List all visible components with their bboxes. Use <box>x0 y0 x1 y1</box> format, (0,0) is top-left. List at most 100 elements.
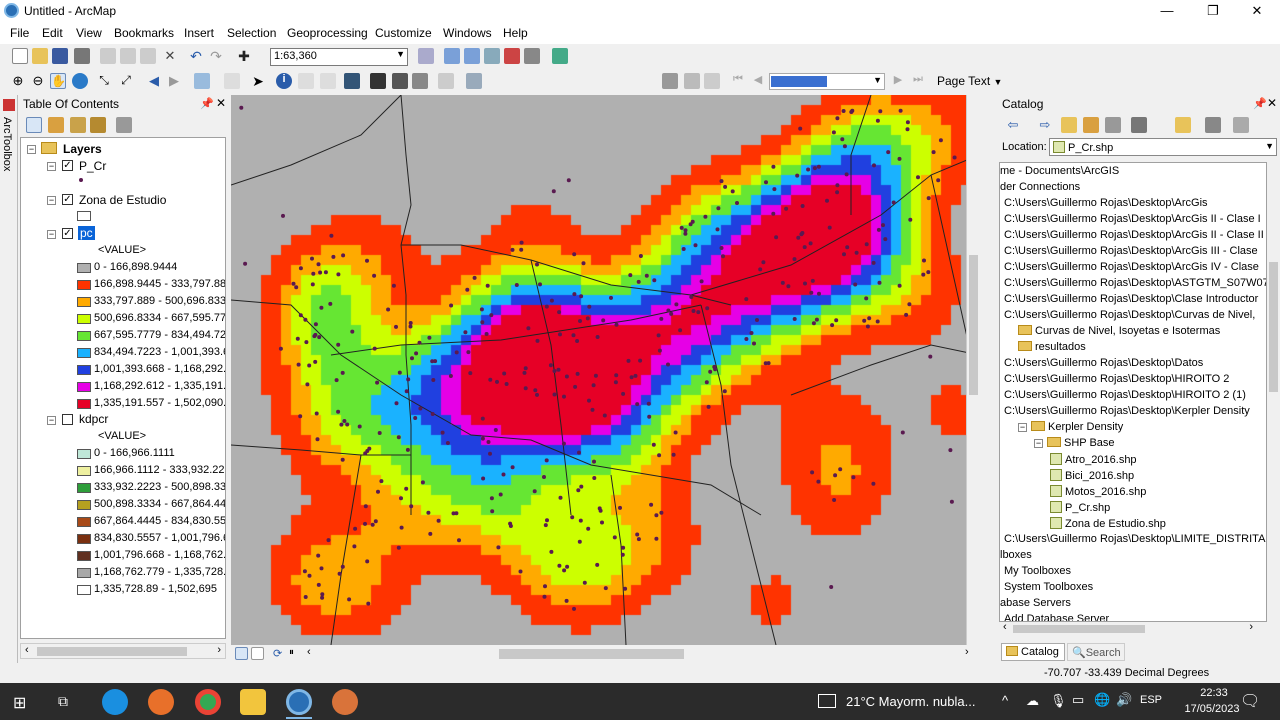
time-slider-icon[interactable] <box>438 73 454 89</box>
collapse-icon[interactable]: − <box>47 196 56 205</box>
catalog-item[interactable]: C:\Users\Guillermo Rojas\Desktop\Kerpler… <box>1004 405 1250 417</box>
list-by-visibility-icon[interactable] <box>70 117 86 133</box>
list-by-source-icon[interactable] <box>48 117 64 133</box>
find-route-icon[interactable] <box>392 73 408 89</box>
search-window-icon[interactable] <box>484 48 500 64</box>
chrome-icon[interactable] <box>195 689 221 715</box>
maximize-button[interactable]: ❐ <box>1190 0 1236 22</box>
catalog-item[interactable]: abase Servers <box>1000 597 1071 609</box>
menu-insert[interactable]: Insert <box>184 26 214 40</box>
layer-kdpcr[interactable]: kdpcr <box>79 412 108 426</box>
layer-visibility-checkbox[interactable]: ✓ <box>62 228 73 239</box>
html-popup-icon[interactable] <box>320 73 336 89</box>
save-icon[interactable] <box>52 48 68 64</box>
tab-search[interactable]: 🔍Search <box>1067 643 1125 661</box>
catalog-item[interactable]: C:\Users\Guillermo Rojas\Desktop\HIROITO… <box>1004 373 1229 385</box>
catalog-item[interactable]: − Kerpler Density <box>1018 421 1123 433</box>
new-document-icon[interactable] <box>12 48 28 64</box>
create-viewer-icon[interactable] <box>466 73 482 89</box>
toc-horizontal-scrollbar[interactable]: ‹ › <box>20 643 226 659</box>
catalog-item[interactable]: My Toolboxes <box>1004 565 1071 577</box>
menu-bookmarks[interactable]: Bookmarks <box>114 26 174 40</box>
close-icon[interactable]: ✕ <box>1267 96 1277 110</box>
catalog-item[interactable]: me - Documents\ArcGIS <box>1000 165 1119 177</box>
scroll-left-icon[interactable]: ‹ <box>1003 621 1007 633</box>
forward-icon[interactable]: ⇨ <box>1037 117 1053 133</box>
scroll-thumb[interactable] <box>1013 625 1145 633</box>
edge-icon[interactable] <box>102 689 128 715</box>
identify-icon[interactable]: i <box>276 73 292 89</box>
back-icon[interactable]: ⇦ <box>1005 117 1021 133</box>
connect-folder-icon[interactable] <box>1105 117 1121 133</box>
catalog-item[interactable]: lboxes <box>1000 549 1032 561</box>
copy-icon[interactable] <box>120 48 136 64</box>
mic-icon[interactable]: 🎙 <box>1050 693 1067 709</box>
network-icon[interactable]: 🌐 <box>1094 692 1110 708</box>
clear-selection-icon[interactable] <box>224 73 240 89</box>
catalog-horizontal-scrollbar[interactable]: ‹ › <box>999 621 1267 636</box>
catalog-item[interactable]: Add Database Server <box>1004 613 1109 621</box>
forward-extent-icon[interactable]: ▶ <box>166 73 182 89</box>
toc-window-icon[interactable] <box>444 48 460 64</box>
menu-file[interactable]: File <box>10 26 29 40</box>
pan-icon[interactable]: ✋ <box>50 73 66 89</box>
location-input[interactable]: P_Cr.shp ▼ <box>1049 138 1277 156</box>
task-view-icon[interactable]: ⧉ <box>58 693 68 710</box>
close-icon[interactable]: ✕ <box>216 96 226 110</box>
select-features-icon[interactable] <box>194 73 210 89</box>
volume-icon[interactable]: 🔊 <box>1116 692 1132 708</box>
catalog-item[interactable]: C:\Users\Guillermo Rojas\Desktop\ArcGis … <box>1004 245 1258 257</box>
close-button[interactable]: ✕ <box>1234 0 1280 22</box>
fixed-zoom-in-icon[interactable]: ⤡ <box>96 73 112 89</box>
prev-page-icon[interactable]: ◀ <box>750 73 766 89</box>
menu-selection[interactable]: Selection <box>227 26 276 40</box>
catalog-item[interactable]: C:\Users\Guillermo Rojas\Desktop\ArcGis <box>1004 197 1208 209</box>
map-horizontal-scroll-thumb[interactable] <box>499 649 684 659</box>
scroll-thumb[interactable] <box>1269 262 1278 392</box>
menu-edit[interactable]: Edit <box>42 26 63 40</box>
scroll-thumb[interactable] <box>969 255 978 395</box>
undo-icon[interactable]: ↶ <box>188 48 204 64</box>
python-window-icon[interactable] <box>524 48 540 64</box>
windows-start-icon[interactable]: ⊞ <box>13 693 26 713</box>
tab-catalog[interactable]: Catalog <box>1001 643 1065 661</box>
layer-visibility-checkbox[interactable]: ✓ <box>62 160 73 171</box>
scroll-thumb[interactable] <box>37 647 187 656</box>
catalog-item[interactable]: System Toolboxes <box>1004 581 1093 593</box>
collapse-icon[interactable]: − <box>47 416 56 425</box>
file-explorer-icon[interactable] <box>240 689 266 715</box>
chevron-up-icon[interactable]: ^ <box>1002 693 1008 708</box>
menu-view[interactable]: View <box>76 26 102 40</box>
catalog-window-icon[interactable] <box>464 48 480 64</box>
weather-text[interactable]: 21°C Mayorm. nubla... <box>846 694 975 709</box>
catalog-item[interactable]: C:\Users\Guillermo Rojas\Desktop\HIROITO… <box>1004 389 1246 401</box>
layout-zoom-icon[interactable] <box>662 73 678 89</box>
zoom-in-icon[interactable]: ⊕ <box>10 73 26 89</box>
cut-icon[interactable] <box>100 48 116 64</box>
refresh-icon[interactable]: ⟳ <box>273 647 289 663</box>
menu-customize[interactable]: Customize <box>375 26 432 40</box>
scroll-left-icon[interactable]: ‹ <box>307 646 323 662</box>
catalog-item[interactable]: resultados <box>1018 341 1086 353</box>
collapse-icon[interactable]: − <box>47 162 56 171</box>
data-view-icon[interactable] <box>235 647 248 660</box>
catalog-item[interactable]: C:\Users\Guillermo Rojas\Desktop\Clase I… <box>1004 293 1258 305</box>
catalog-item[interactable]: − SHP Base <box>1034 437 1115 449</box>
collapse-icon[interactable]: − <box>1034 439 1043 448</box>
home-folder-icon[interactable] <box>1083 117 1099 133</box>
last-page-icon[interactable]: ⏭ <box>910 73 926 89</box>
print-icon[interactable] <box>74 48 90 64</box>
pin-icon[interactable]: 📌 <box>1253 97 1267 110</box>
first-page-icon[interactable]: ⏮ <box>730 73 746 89</box>
catalog-options-icon[interactable] <box>1233 117 1249 133</box>
battery-icon[interactable]: ▭ <box>1072 692 1084 708</box>
arctoolbox-strip[interactable]: ArcToolbox <box>0 95 18 663</box>
catalog-item[interactable]: C:\Users\Guillermo Rojas\Desktop\Curvas … <box>1004 309 1255 321</box>
catalog-item[interactable]: C:\Users\Guillermo Rojas\Desktop\LIMITE_… <box>1004 533 1266 545</box>
menu-help[interactable]: Help <box>503 26 528 40</box>
catalog-vertical-scrollbar[interactable] <box>1267 162 1280 622</box>
measure-icon[interactable] <box>344 73 360 89</box>
catalog-item[interactable]: C:\Users\Guillermo Rojas\Desktop\ArcGis … <box>1004 229 1264 241</box>
catalog-item[interactable]: Curvas de Nivel, Isoyetas e Isotermas <box>1018 325 1220 337</box>
collapse-icon[interactable]: − <box>27 145 36 154</box>
